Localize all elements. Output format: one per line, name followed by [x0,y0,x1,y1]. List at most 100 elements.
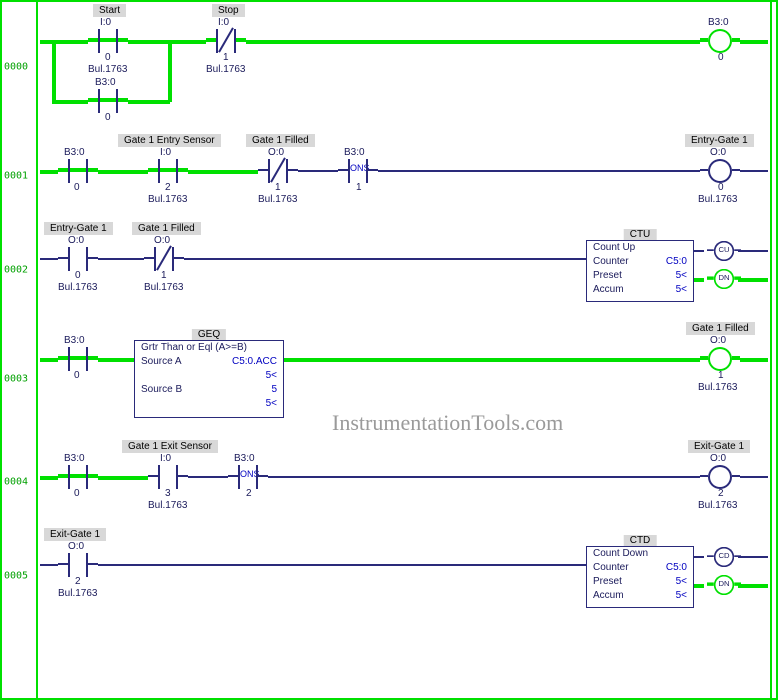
bul: Bul.1763 [88,64,127,75]
bit: 0 [105,112,111,123]
label: Gate 1 Filled [246,134,315,147]
addr: O:0 [68,541,84,552]
addr: B3:0 [95,77,116,88]
xic-latch-b3-0 [88,89,128,113]
ote-exit-gate-1 [700,465,740,489]
bul: Bul.1763 [698,500,737,511]
addr: O:0 [154,235,170,246]
addr: O:0 [68,235,84,246]
bul: Bul.1763 [206,64,245,75]
bit: 0 [105,52,111,63]
label: Gate 1 Exit Sensor [122,440,218,453]
ctu-dn-coil: DN [707,269,741,289]
ons-instruction: ONS [228,465,268,489]
label: Exit-Gate 1 [44,528,106,541]
bul: Bul.1763 [698,382,737,393]
right-power-rail [770,2,776,698]
label: Entry-Gate 1 [685,134,754,147]
geq-block: GEQ Grtr Than or Eql (A>=B) Source AC5:0… [134,340,284,418]
left-power-rail [2,2,38,698]
label: Exit-Gate 1 [688,440,750,453]
label: Gate 1 Filled [686,322,755,335]
ctu-cu-coil: CU [707,241,741,261]
xic-b3-0 [58,465,98,489]
ctu-title: CTU [624,229,657,240]
rung-0001[interactable]: 0001 B3:0 0 Gate 1 Entry Sensor I:0 2 Bu… [40,132,768,220]
addr: B3:0 [64,453,85,464]
bit: 0 [718,52,724,63]
rungs-container: 0 0 0 0 Start I:0 0 Bul.1763 Stop I:0 1 Bul… [40,2,768,626]
label: Start [93,4,126,17]
xic-b3-0 [58,347,98,371]
bit: 0 [718,182,724,193]
bit: 1 [275,182,281,193]
bit: 2 [246,488,252,499]
geq-title: GEQ [192,329,226,340]
addr: B3:0 [64,147,85,158]
rung-number: 0001 [4,171,28,182]
bul: Bul.1763 [144,282,183,293]
bul: Bul.1763 [258,194,297,205]
bit: 1 [356,182,362,193]
ctd-title: CTD [624,535,657,546]
xic-entry-gate-1 [58,247,98,271]
rung-number: 0002 [4,265,28,276]
bit: 0 [74,488,80,499]
ote-b3-0 [700,29,740,53]
ote-entry-gate-1 [700,159,740,183]
ote-gate1-filled [700,347,740,371]
ons-instruction: ONS [338,159,378,183]
bul: Bul.1763 [148,194,187,205]
addr: I:0 [160,147,171,158]
ctd-cd-coil: CD [707,547,741,567]
addr: I:0 [218,17,229,28]
rung-number: 0005 [4,571,28,582]
label: Gate 1 Entry Sensor [118,134,221,147]
addr: B3:0 [708,17,729,28]
label: Gate 1 Filled [132,222,201,235]
addr: O:0 [710,335,726,346]
xio-gate1-filled [144,247,184,271]
rung-number: 0000 [4,62,28,73]
bit: 1 [161,270,167,281]
addr: O:0 [710,453,726,464]
bit: 2 [165,182,171,193]
bit: 2 [75,576,81,587]
bit: 0 [75,270,81,281]
rung-0004[interactable]: 0004 B3:0 0 Gate 1 Exit Sensor I:0 3 Bul… [40,438,768,526]
xic-gate1-exit-sensor [148,465,188,489]
addr: I:0 [100,17,111,28]
ctd-dn-coil: DN [707,575,741,595]
xic-start [88,29,128,53]
rung-0000[interactable]: 0000 Start I:0 0 Bul.1763 Stop I:0 1 Bul… [40,2,768,132]
addr: I:0 [160,453,171,464]
label: Entry-Gate 1 [44,222,113,235]
bit: 0 [74,370,80,381]
bit: 0 [74,182,80,193]
addr: B3:0 [344,147,365,158]
rung-number: 0004 [4,477,28,488]
bit: 3 [165,488,171,499]
bul: Bul.1763 [148,500,187,511]
rung-0005[interactable]: 0005 Exit-Gate 1 O:0 2 Bul.1763 CTD Coun… [40,526,768,626]
bul: Bul.1763 [698,194,737,205]
ladder-diagram: 0000 Start I:0 0 Bul.1763 Stop I:0 1 Bul… [0,0,778,700]
bul: Bul.1763 [58,282,97,293]
bul: Bul.1763 [58,588,97,599]
rung-number: 0003 [4,374,28,385]
addr: B3:0 [234,453,255,464]
xic-b3-0 [58,159,98,183]
ctu-block: CTU Count Up CounterC5:0 Preset5< Accum5… [586,240,694,302]
xio-stop [206,29,246,53]
addr: B3:0 [64,335,85,346]
bit: 2 [718,488,724,499]
rung-0002[interactable]: 0002 Entry-Gate 1 O:0 0 Bul.1763 Gate 1 … [40,220,768,320]
ctd-block: CTD Count Down CounterC5:0 Preset5< Accu… [586,546,694,608]
addr: O:0 [268,147,284,158]
watermark-text: InstrumentationTools.com [332,410,563,436]
bit: 1 [718,370,724,381]
xic-exit-gate-1 [58,553,98,577]
addr: O:0 [710,147,726,158]
label: Stop [212,4,245,17]
bit: 1 [223,52,229,63]
